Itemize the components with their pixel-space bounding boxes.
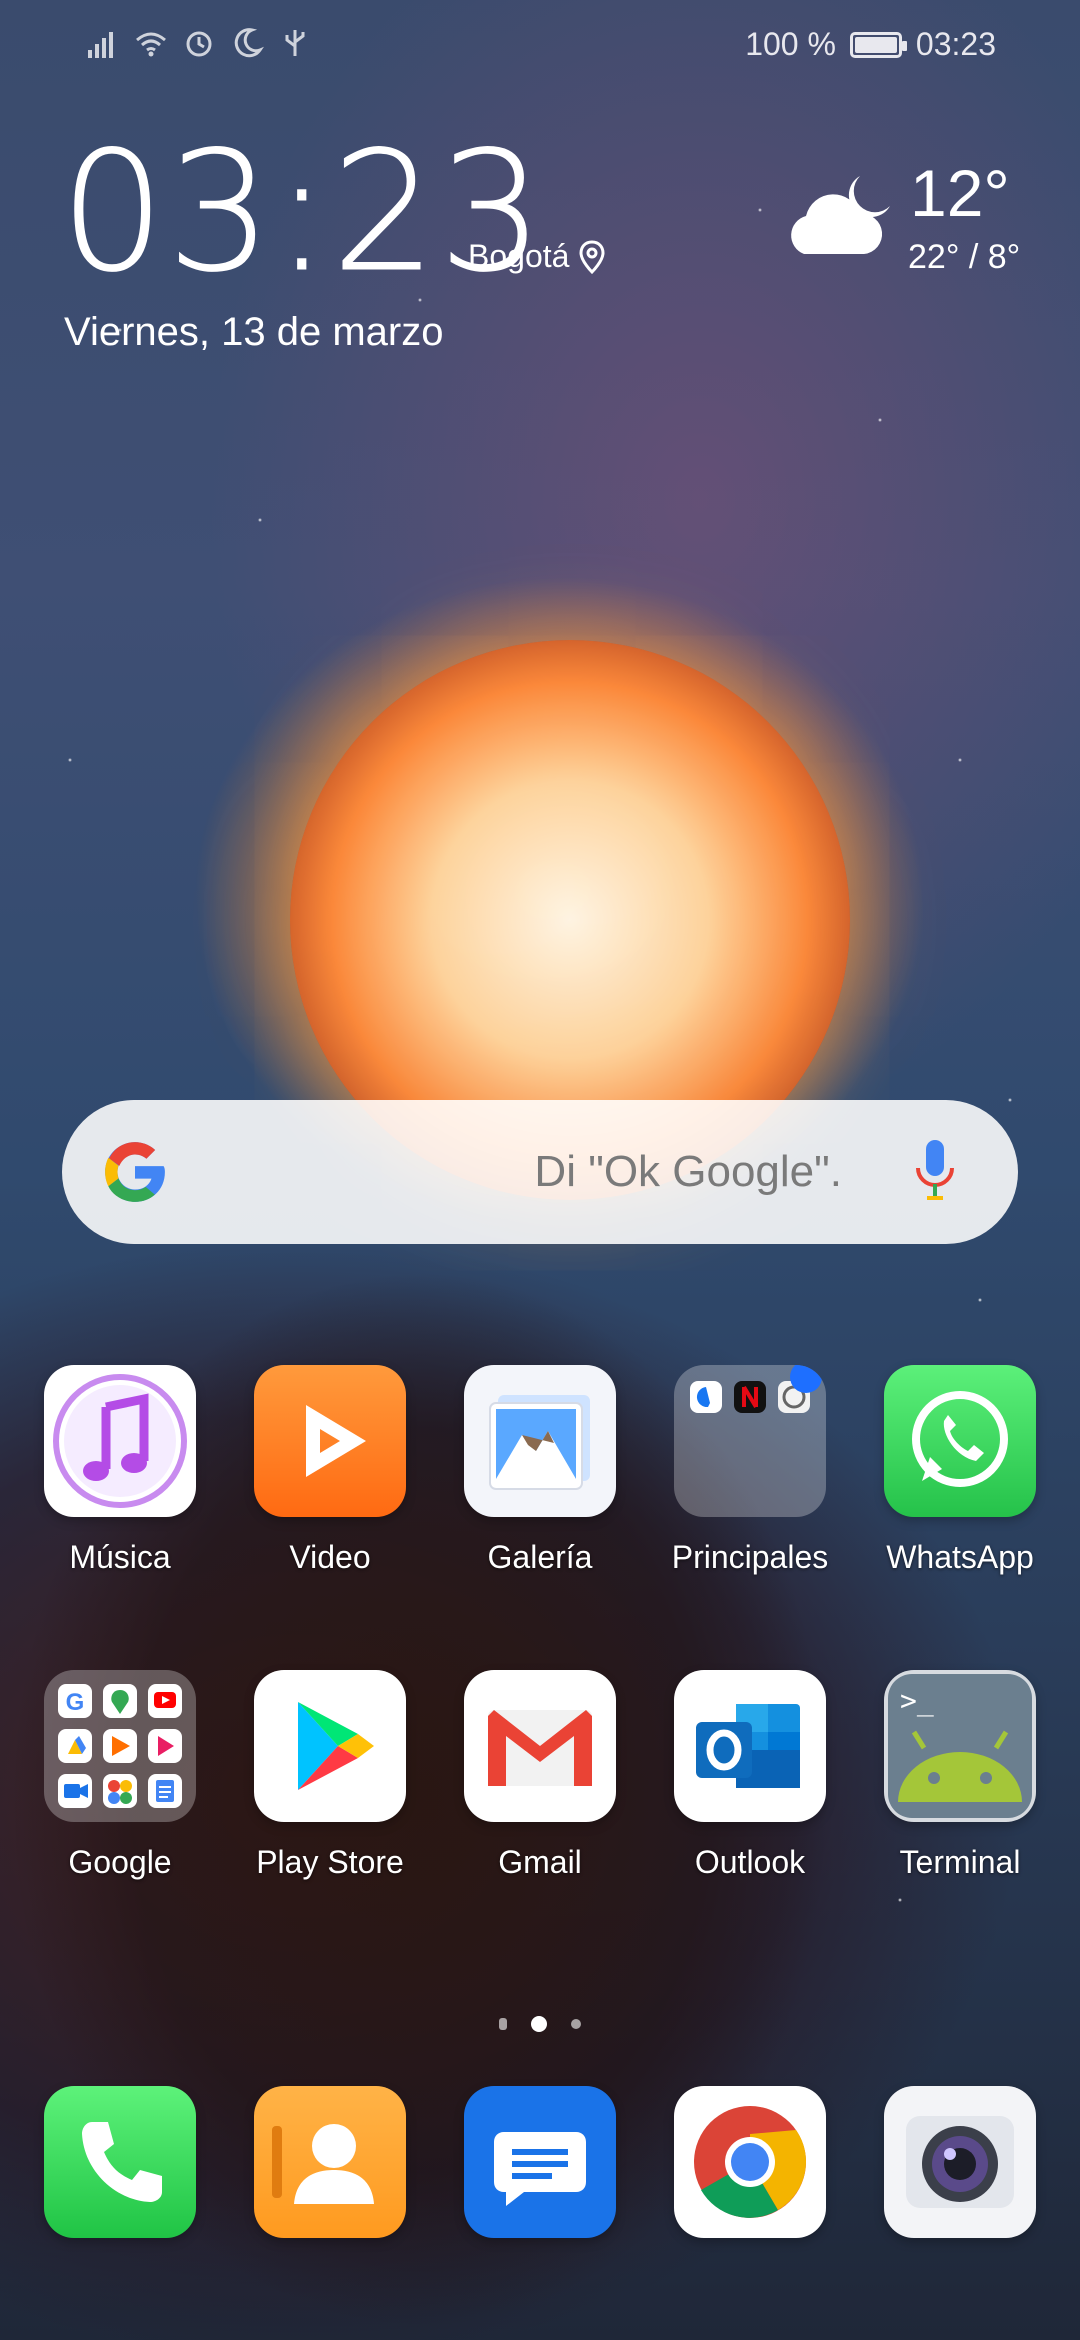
page-indicator xyxy=(0,2016,1080,2032)
app-label: Principales xyxy=(671,1539,829,1575)
clock-city[interactable]: Bogotá xyxy=(468,238,605,275)
camera-icon xyxy=(884,2086,1036,2238)
wifi-icon xyxy=(136,32,166,57)
google-search-bar[interactable]: Di "Ok Google". xyxy=(62,1100,1018,1244)
app-label: Terminal xyxy=(899,1844,1021,1880)
app-label: Play Store xyxy=(256,1844,404,1880)
page-dot[interactable] xyxy=(571,2019,581,2029)
phone-icon xyxy=(44,2086,196,2238)
clock-date[interactable]: Viernes, 13 de marzo xyxy=(64,310,443,355)
weather-temperature[interactable]: 12° xyxy=(910,160,1010,226)
app-terminal[interactable]: >_ Terminal xyxy=(860,1670,1060,1881)
status-time: 03:23 xyxy=(915,26,996,62)
music-icon xyxy=(44,1365,196,1517)
play-store-icon xyxy=(254,1670,406,1822)
app-play-store[interactable]: Play Store xyxy=(230,1670,430,1881)
google-folder-icon: G xyxy=(44,1670,196,1822)
messages-icon xyxy=(464,2086,616,2238)
weather-range: 22° / 8° xyxy=(908,238,1021,276)
dock-phone[interactable] xyxy=(20,2086,220,2238)
app-label: Música xyxy=(69,1539,171,1575)
chrome-icon xyxy=(674,2086,826,2238)
app-video[interactable]: Video xyxy=(230,1365,430,1576)
app-folder-google[interactable]: G Google xyxy=(20,1670,220,1881)
app-outlook[interactable]: Outlook xyxy=(650,1670,850,1881)
usb-icon xyxy=(285,30,305,56)
app-label: Outlook xyxy=(694,1844,806,1880)
search-hint: Di "Ok Google". xyxy=(534,1147,842,1196)
gmail-icon xyxy=(464,1670,616,1822)
app-label: Google xyxy=(68,1844,172,1880)
app-whatsapp[interactable]: WhatsApp xyxy=(860,1365,1060,1576)
terminal-icon: >_ xyxy=(884,1670,1036,1822)
app-gmail[interactable]: Gmail xyxy=(440,1670,640,1881)
battery-icon xyxy=(849,31,907,58)
gallery-icon xyxy=(464,1365,616,1517)
contacts-icon xyxy=(254,2086,406,2238)
page-dot-current[interactable] xyxy=(531,2016,547,2032)
app-label: WhatsApp xyxy=(886,1539,1034,1575)
status-bar: 100 % 03:23 xyxy=(0,0,1080,90)
alarm-icon xyxy=(186,31,212,57)
partly-cloudy-night-icon[interactable] xyxy=(782,166,902,266)
dock-contacts[interactable] xyxy=(230,2086,430,2238)
outlook-icon xyxy=(674,1670,826,1822)
app-label: Galería xyxy=(487,1539,593,1575)
microphone-icon[interactable] xyxy=(912,1136,958,1208)
city-label: Bogotá xyxy=(468,238,570,274)
google-logo-icon xyxy=(105,1142,165,1202)
whatsapp-icon xyxy=(884,1365,1036,1517)
dock-chrome[interactable] xyxy=(650,2086,850,2238)
home-page-dot[interactable] xyxy=(499,2018,507,2030)
folder-icon xyxy=(674,1365,826,1517)
dock-messages[interactable] xyxy=(440,2086,640,2238)
app-label: Video xyxy=(289,1539,371,1575)
location-pin-icon xyxy=(579,239,605,274)
video-icon xyxy=(254,1365,406,1517)
svg-text:>_: >_ xyxy=(900,1684,934,1718)
svg-text:G: G xyxy=(66,1689,85,1716)
battery-percent: 100 % xyxy=(745,26,836,62)
do-not-disturb-icon xyxy=(234,28,264,58)
dock-camera[interactable] xyxy=(860,2086,1060,2238)
signal-icon xyxy=(88,32,113,58)
app-label: Gmail xyxy=(498,1844,582,1880)
app-galeria[interactable]: Galería xyxy=(440,1365,640,1576)
app-folder-principales[interactable]: Principales xyxy=(650,1365,850,1576)
app-musica[interactable]: Música xyxy=(20,1365,220,1576)
